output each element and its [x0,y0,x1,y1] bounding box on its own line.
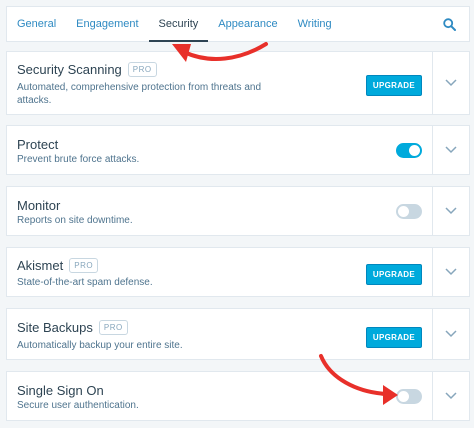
expand-button[interactable] [432,248,469,296]
tab-engagement[interactable]: Engagement [66,7,148,41]
monitor-toggle[interactable] [396,204,422,219]
card-description: Automatically backup your entire site. [17,340,183,351]
pro-badge: PRO [127,62,157,77]
card-monitor: Monitor Reports on site downtime. [6,186,470,236]
card-akismet: Akismet PRO State-of-the-art spam defens… [6,247,470,297]
chevron-down-icon [445,207,457,215]
pro-badge: PRO [98,320,128,335]
expand-button[interactable] [432,187,469,235]
card-single-sign-on: Single Sign On Secure user authenticatio… [6,371,470,421]
chevron-down-icon [445,330,457,338]
toggle-knob [398,391,409,402]
card-title: Akismet [17,258,64,273]
chevron-down-icon [445,146,457,154]
settings-page: General Engagement Security Appearance W… [0,0,474,428]
settings-tabs: General Engagement Security Appearance W… [6,6,470,42]
toggle-knob [398,206,409,217]
card-description: Automated, comprehensive protection from… [17,82,262,106]
chevron-down-icon [445,392,457,400]
card-description: Prevent brute force attacks. [17,154,140,165]
card-title: Protect [17,137,59,152]
tab-writing[interactable]: Writing [288,7,342,41]
card-site-backups: Site Backups PRO Automatically backup yo… [6,308,470,360]
tab-general[interactable]: General [7,7,66,41]
chevron-down-icon [445,268,457,276]
expand-button[interactable] [432,126,469,174]
card-protect: Protect Prevent brute force attacks. [6,125,470,175]
card-description: Secure user authentication. [17,400,139,411]
upgrade-button[interactable]: UPGRADE [365,75,422,96]
card-description: Reports on site downtime. [17,215,133,226]
card-title: Site Backups [17,320,93,335]
protect-toggle[interactable] [396,143,422,158]
card-title: Security Scanning [17,62,122,77]
tab-appearance[interactable]: Appearance [208,7,287,41]
expand-button[interactable] [432,309,469,359]
card-title: Single Sign On [17,383,104,398]
card-description: State-of-the-art spam defense. [17,277,153,288]
tab-security[interactable]: Security [148,7,209,42]
upgrade-button[interactable]: UPGRADE [365,264,422,285]
search-icon [442,17,456,31]
search-button[interactable] [429,7,469,41]
chevron-down-icon [445,79,457,87]
toggle-knob [409,145,420,156]
card-title: Monitor [17,198,61,213]
expand-button[interactable] [432,52,469,114]
expand-button[interactable] [432,372,469,420]
single-sign-on-toggle[interactable] [396,389,422,404]
upgrade-button[interactable]: UPGRADE [365,327,422,348]
pro-badge: PRO [69,258,99,273]
card-security-scanning: Security Scanning PRO Automated, compreh… [6,51,470,115]
